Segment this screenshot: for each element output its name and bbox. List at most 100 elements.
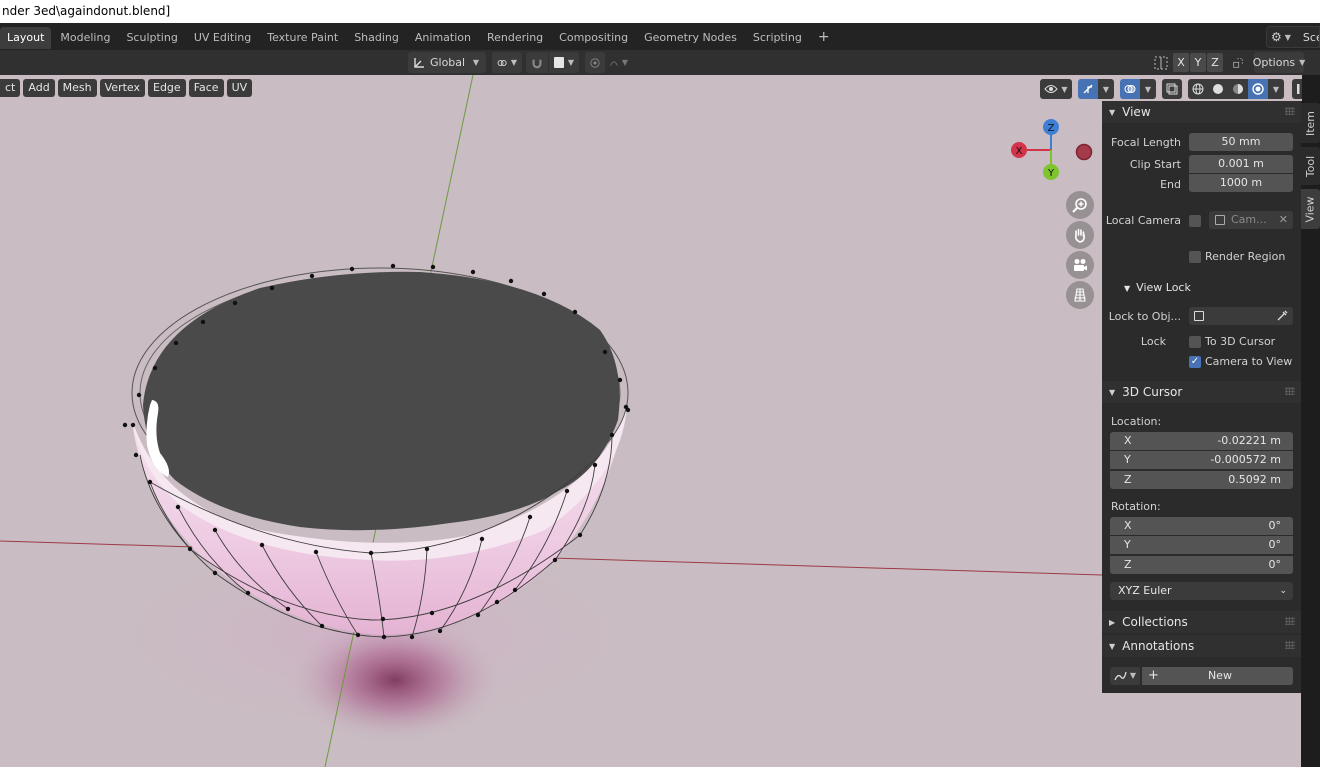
tab-sculpting[interactable]: Sculpting (119, 27, 184, 49)
overlays-dropdown[interactable]: ▼ (1140, 79, 1156, 99)
gizmo-dropdown[interactable]: ▼ (1098, 79, 1114, 99)
mirror-z-toggle[interactable]: Z (1207, 53, 1223, 72)
rotation-mode-dropdown[interactable]: XYZ Euler ⌄ (1110, 582, 1293, 600)
view-panel-header[interactable]: ▼ View (1102, 101, 1301, 123)
sidebar-tab-item[interactable]: Item (1301, 103, 1320, 143)
tab-uv-editing[interactable]: UV Editing (187, 27, 258, 49)
shading-wireframe[interactable] (1188, 79, 1208, 99)
menu-vertex[interactable]: Vertex (99, 79, 145, 97)
sidebar-toggle[interactable] (1292, 79, 1302, 99)
collections-panel-header[interactable]: ▶ Collections (1102, 611, 1301, 633)
shading-rendered[interactable] (1248, 79, 1268, 99)
xray-icon (1166, 83, 1178, 95)
menu-select[interactable]: ct (0, 79, 21, 97)
axis-label: Z (1124, 473, 1132, 486)
sidebar-tabs: Item Tool View (1301, 101, 1320, 767)
menu-edge[interactable]: Edge (148, 79, 186, 97)
tab-layout[interactable]: Layout (0, 27, 52, 49)
shading-material[interactable] (1228, 79, 1248, 99)
tab-animation[interactable]: Animation (408, 27, 478, 49)
axis-label: Y (1124, 453, 1131, 466)
sidebar-tab-view[interactable]: View (1301, 189, 1320, 229)
render-region-checkbox[interactable] (1189, 251, 1201, 263)
local-camera-checkbox[interactable] (1189, 215, 1201, 227)
clip-start-label: Clip Start (1129, 158, 1181, 171)
zoom-button[interactable] (1066, 191, 1094, 219)
clear-x-icon[interactable]: ✕ (1279, 211, 1288, 229)
view-lock-header[interactable]: ▼ View Lock (1124, 281, 1191, 294)
snap-target-dropdown[interactable]: ▼ (549, 52, 579, 73)
annotation-layer-dropdown[interactable]: ▼ (1110, 667, 1140, 685)
gizmo-toggle[interactable] (1078, 79, 1098, 99)
drag-handle-icon[interactable] (1285, 617, 1295, 625)
clip-start-field[interactable]: 0.001 m (1189, 155, 1293, 173)
axis-label: X (1124, 434, 1132, 447)
navigation-gizmo[interactable]: Z X Y (1008, 117, 1098, 187)
snap-square-icon (554, 57, 564, 68)
menu-uv[interactable]: UV (226, 79, 253, 97)
cursor-rotation-x[interactable]: X 0° (1110, 517, 1293, 535)
tab-compositing[interactable]: Compositing (552, 27, 635, 49)
axis-value: 0.5092 m (1228, 473, 1281, 486)
options-dropdown[interactable]: Options ▼ (1253, 52, 1305, 73)
render-region-label: Render Region (1205, 250, 1286, 263)
drag-handle-icon[interactable] (1285, 107, 1295, 115)
tab-modeling[interactable]: Modeling (53, 27, 117, 49)
ortho-toggle-button[interactable] (1066, 281, 1094, 309)
annotation-new-button[interactable]: + New (1142, 667, 1293, 685)
sidebar-tab-tool[interactable]: Tool (1301, 147, 1320, 185)
transform-orientation-dropdown[interactable]: Global ▼ (408, 52, 486, 73)
tab-shading[interactable]: Shading (347, 27, 406, 49)
pivot-point-dropdown[interactable]: ▼ (492, 52, 522, 73)
cursor-location-y[interactable]: Y -0.000572 m (1110, 451, 1293, 469)
focal-length-field[interactable]: 50 mm (1189, 133, 1293, 151)
mirror-axes: X Y Z (1153, 52, 1224, 73)
annotations-panel-header[interactable]: ▼ Annotations (1102, 635, 1301, 657)
clip-end-field[interactable]: 1000 m (1189, 174, 1293, 192)
3d-cursor-panel-header[interactable]: ▼ 3D Cursor (1102, 381, 1301, 403)
scene-selector[interactable]: ⚙ ▼ Sce (1266, 26, 1320, 48)
add-workspace-button[interactable]: + (811, 27, 831, 49)
chevron-down-icon: ⌄ (1279, 586, 1287, 596)
visibility-dropdown[interactable]: ▼ (1040, 79, 1072, 99)
mirror-y-toggle[interactable]: Y (1190, 53, 1206, 72)
mirror-x-toggle[interactable]: X (1173, 53, 1189, 72)
collapse-triangle-icon: ▼ (1124, 284, 1131, 293)
tab-rendering[interactable]: Rendering (480, 27, 550, 49)
auto-merge-toggle[interactable] (1228, 52, 1248, 73)
local-camera-field[interactable]: Cam... ✕ (1209, 211, 1293, 229)
chevron-down-icon: ▼ (1144, 84, 1152, 94)
shading-solid[interactable] (1208, 79, 1228, 99)
tab-texture-paint[interactable]: Texture Paint (260, 27, 345, 49)
pan-button[interactable] (1066, 221, 1094, 249)
xray-toggle[interactable] (1162, 79, 1182, 99)
wireframe-sphere-icon (1192, 83, 1204, 95)
camera-view-button[interactable] (1066, 251, 1094, 279)
falloff-dropdown[interactable]: ▼ (605, 52, 633, 73)
eyedropper-icon[interactable] (1276, 310, 1288, 322)
proportional-edit-toggle[interactable] (585, 52, 605, 73)
cursor-rotation-z[interactable]: Z 0° (1110, 556, 1293, 574)
snap-toggle[interactable] (526, 52, 548, 73)
camera-to-view-checkbox[interactable]: ✓ (1189, 356, 1201, 368)
to-3d-cursor-checkbox[interactable] (1189, 336, 1201, 348)
menu-face[interactable]: Face (188, 79, 224, 97)
tab-geometry-nodes[interactable]: Geometry Nodes (637, 27, 744, 49)
axis-label: Z (1124, 558, 1132, 571)
chevron-down-icon: ▼ (472, 58, 479, 67)
lock-to-object-field[interactable] (1189, 307, 1293, 325)
collapse-triangle-icon: ▼ (1109, 387, 1116, 397)
drag-handle-icon[interactable] (1285, 641, 1295, 649)
menu-add[interactable]: Add (23, 79, 55, 97)
eye-icon (1044, 85, 1059, 93)
tab-scripting[interactable]: Scripting (746, 27, 809, 49)
overlays-toggle[interactable] (1120, 79, 1140, 99)
menu-mesh[interactable]: Mesh (57, 79, 97, 97)
workspace-tabs-bar: Layout Modeling Sculpting UV Editing Tex… (0, 23, 1320, 50)
cursor-location-z[interactable]: Z 0.5092 m (1110, 471, 1293, 489)
cursor-rotation-y[interactable]: Y 0° (1110, 536, 1293, 554)
shading-dropdown[interactable]: ▼ (1268, 79, 1284, 99)
drag-handle-icon[interactable] (1285, 387, 1295, 395)
cursor-location-x[interactable]: X -0.02221 m (1110, 432, 1293, 450)
grid-icon (1074, 288, 1086, 302)
